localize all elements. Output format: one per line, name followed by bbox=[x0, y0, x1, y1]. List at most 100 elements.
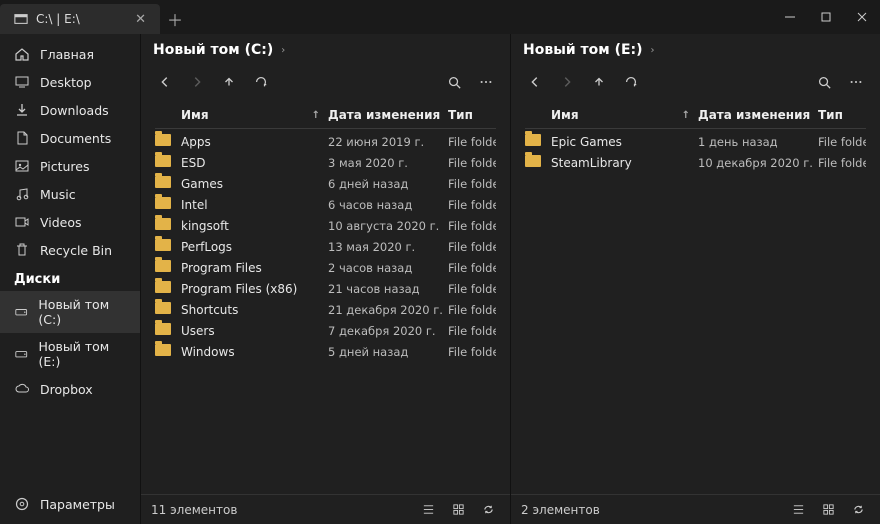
up-button[interactable] bbox=[585, 68, 613, 96]
minimize-button[interactable] bbox=[772, 0, 808, 34]
more-button[interactable] bbox=[842, 68, 870, 96]
details-view-button[interactable] bbox=[416, 498, 440, 522]
sidebar-item-6[interactable]: Videos bbox=[0, 208, 140, 236]
file-date: 5 дней назад bbox=[328, 345, 448, 359]
search-button[interactable] bbox=[810, 68, 838, 96]
file-date: 21 декабря 2020 г. bbox=[328, 303, 448, 317]
header-type[interactable]: Тип bbox=[818, 108, 866, 122]
file-date: 10 декабря 2020 г. bbox=[698, 156, 818, 170]
folder-icon bbox=[155, 344, 171, 356]
file-date: 6 часов назад bbox=[328, 198, 448, 212]
file-date: 6 дней назад bbox=[328, 177, 448, 191]
file-row[interactable]: Users 7 декабря 2020 г. File folder bbox=[141, 320, 510, 341]
file-date: 2 часов назад bbox=[328, 261, 448, 275]
download-icon bbox=[14, 102, 30, 118]
sidebar-item-0[interactable]: Главная bbox=[0, 40, 140, 68]
file-type: File folder bbox=[448, 156, 496, 170]
tab-close-button[interactable]: ✕ bbox=[129, 10, 152, 29]
header-date[interactable]: Дата изменения bbox=[328, 108, 448, 122]
sidebar-item-1[interactable]: Desktop bbox=[0, 68, 140, 96]
file-row[interactable]: Windows 5 дней назад File folder bbox=[141, 341, 510, 362]
folder-icon bbox=[155, 281, 171, 293]
status-bar: 11 элементов bbox=[141, 494, 510, 524]
drive-icon bbox=[14, 304, 28, 320]
search-button[interactable] bbox=[440, 68, 468, 96]
sidebar-item-5[interactable]: Music bbox=[0, 180, 140, 208]
sidebar-item-label: Downloads bbox=[40, 103, 109, 118]
file-row[interactable]: kingsoft 10 августа 2020 г. File folder bbox=[141, 215, 510, 236]
sidebar-item-4[interactable]: Pictures bbox=[0, 152, 140, 180]
folder-icon bbox=[525, 155, 541, 167]
back-button[interactable] bbox=[521, 68, 549, 96]
cloud-icon bbox=[14, 381, 30, 397]
header-name[interactable]: Имя↑ bbox=[551, 108, 698, 122]
sync-button[interactable] bbox=[476, 498, 500, 522]
header-type[interactable]: Тип bbox=[448, 108, 496, 122]
header-date[interactable]: Дата изменения bbox=[698, 108, 818, 122]
tiles-view-button[interactable] bbox=[816, 498, 840, 522]
file-name: Program Files (x86) bbox=[181, 282, 328, 296]
file-row[interactable]: SteamLibrary 10 декабря 2020 г. File fol… bbox=[511, 152, 880, 173]
sidebar-drive-0[interactable]: Новый том (C:) bbox=[0, 291, 140, 333]
chevron-right-icon: › bbox=[651, 45, 655, 56]
file-row[interactable]: Intel 6 часов назад File folder bbox=[141, 194, 510, 215]
column-headers: Имя↑ Дата изменения Тип bbox=[155, 104, 496, 129]
file-type: File folder bbox=[448, 282, 496, 296]
file-type: File folder bbox=[448, 219, 496, 233]
close-button[interactable] bbox=[844, 0, 880, 34]
sidebar-drive-label: Dropbox bbox=[40, 382, 93, 397]
file-row[interactable]: Shortcuts 21 декабря 2020 г. File folder bbox=[141, 299, 510, 320]
file-name: Windows bbox=[181, 345, 328, 359]
folder-icon bbox=[155, 176, 171, 188]
sidebar-drive-label: Новый том (E:) bbox=[39, 339, 127, 369]
file-list: Apps 22 июня 2019 г. File folder ESD 3 м… bbox=[141, 129, 510, 494]
sidebar-settings[interactable]: Параметры bbox=[0, 490, 140, 518]
sidebar-item-3[interactable]: Documents bbox=[0, 124, 140, 152]
forward-button[interactable] bbox=[183, 68, 211, 96]
status-text: 11 элементов bbox=[151, 503, 237, 517]
file-row[interactable]: Apps 22 июня 2019 г. File folder bbox=[141, 131, 510, 152]
forward-button[interactable] bbox=[553, 68, 581, 96]
file-row[interactable]: Epic Games 1 день назад File folder bbox=[511, 131, 880, 152]
desktop-icon bbox=[14, 74, 30, 90]
file-row[interactable]: Games 6 дней назад File folder bbox=[141, 173, 510, 194]
file-type: File folder bbox=[448, 324, 496, 338]
tiles-view-button[interactable] bbox=[446, 498, 470, 522]
new-tab-button[interactable]: ＋ bbox=[160, 4, 190, 34]
pane-left: Новый том (C:) › Имя↑ Дата изменения Тип… bbox=[140, 34, 510, 524]
sidebar-item-label: Documents bbox=[40, 131, 111, 146]
file-name: Shortcuts bbox=[181, 303, 328, 317]
file-name: Program Files bbox=[181, 261, 328, 275]
file-date: 21 часов назад bbox=[328, 282, 448, 296]
maximize-button[interactable] bbox=[808, 0, 844, 34]
file-name: Apps bbox=[181, 135, 328, 149]
sidebar-drive-2[interactable]: Dropbox bbox=[0, 375, 140, 403]
file-row[interactable]: Program Files (x86) 21 часов назад File … bbox=[141, 278, 510, 299]
path-bar[interactable]: Новый том (C:) › bbox=[141, 34, 510, 62]
folder-icon bbox=[155, 134, 171, 146]
file-row[interactable]: ESD 3 мая 2020 г. File folder bbox=[141, 152, 510, 173]
file-type: File folder bbox=[448, 303, 496, 317]
sort-up-icon: ↑ bbox=[682, 110, 690, 121]
refresh-button[interactable] bbox=[247, 68, 275, 96]
path-title: Новый том (E:) bbox=[523, 42, 643, 58]
sidebar-item-7[interactable]: Recycle Bin bbox=[0, 236, 140, 264]
file-name: Epic Games bbox=[551, 135, 698, 149]
details-view-button[interactable] bbox=[786, 498, 810, 522]
file-row[interactable]: Program Files 2 часов назад File folder bbox=[141, 257, 510, 278]
folder-icon bbox=[155, 302, 171, 314]
sync-button[interactable] bbox=[846, 498, 870, 522]
refresh-button[interactable] bbox=[617, 68, 645, 96]
file-type: File folder bbox=[448, 177, 496, 191]
file-row[interactable]: PerfLogs 13 мая 2020 г. File folder bbox=[141, 236, 510, 257]
back-button[interactable] bbox=[151, 68, 179, 96]
file-type: File folder bbox=[448, 198, 496, 212]
music-icon bbox=[14, 186, 30, 202]
sidebar-item-2[interactable]: Downloads bbox=[0, 96, 140, 124]
sidebar-drive-1[interactable]: Новый том (E:) bbox=[0, 333, 140, 375]
path-bar[interactable]: Новый том (E:) › bbox=[511, 34, 880, 62]
more-button[interactable] bbox=[472, 68, 500, 96]
tab[interactable]: C:\ | E:\ ✕ bbox=[0, 4, 160, 34]
up-button[interactable] bbox=[215, 68, 243, 96]
header-name[interactable]: Имя↑ bbox=[181, 108, 328, 122]
